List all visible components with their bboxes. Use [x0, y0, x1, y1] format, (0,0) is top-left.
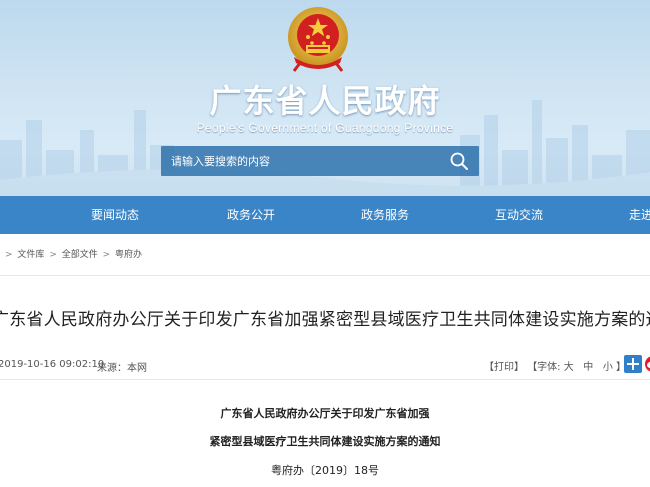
site-subtitle: People's Government of Guangdong Provinc…: [196, 121, 454, 135]
site-header: 广东省人民政府 People's Government of Guangdong…: [0, 0, 650, 196]
breadcrumb-item-yuefuban[interactable]: 粤府办: [115, 250, 142, 260]
font-size-small-button[interactable]: 小: [603, 362, 613, 373]
font-size-medium-button[interactable]: 中: [583, 362, 593, 373]
nav-item-gov-affairs-open[interactable]: 政务公开: [227, 196, 275, 234]
main-nav: 要闻动态 政务公开 政务服务 互动交流 走进: [0, 196, 650, 234]
article-meta: 2019-10-16 09:02:10 来源：本网 【打印】 【字体: 大 中 …: [0, 350, 650, 380]
national-emblem-icon: [288, 7, 348, 72]
nav-item-about[interactable]: 走进: [629, 196, 650, 234]
article-source: 来源：本网: [97, 363, 147, 374]
breadcrumb-separator: >: [102, 250, 111, 260]
nav-item-interaction[interactable]: 互动交流: [495, 196, 543, 234]
breadcrumb-separator: >: [5, 250, 13, 260]
breadcrumb: > 文件库 > 全部文件 > 粤府办: [0, 234, 650, 276]
document-title-line-1: 广东省人民政府办公厅关于印发广东省加强: [220, 407, 430, 420]
site-title: 广东省人民政府: [209, 82, 441, 120]
document-number: 粤府办〔2019〕18号: [271, 464, 379, 477]
share-plus-icon[interactable]: [624, 355, 642, 373]
publish-time: 2019-10-16 09:02:10: [0, 359, 105, 370]
font-size-label: 【字体:: [527, 362, 561, 373]
article-title: 广东省人民政府办公厅关于印发广东省加强紧密型县域医疗卫生共同体建设实施方案的通知: [0, 310, 650, 330]
breadcrumb-separator: >: [49, 250, 57, 260]
search-box: [161, 146, 479, 176]
share-weibo-icon[interactable]: [644, 355, 650, 373]
breadcrumb-item-all-files[interactable]: 全部文件: [62, 250, 98, 260]
search-input[interactable]: [161, 146, 441, 176]
search-icon[interactable]: [449, 151, 469, 171]
breadcrumb-item-file-library[interactable]: 文件库: [17, 250, 44, 260]
nav-item-gov-services[interactable]: 政务服务: [361, 196, 409, 234]
document-title-line-2: 紧密型县域医疗卫生共同体建设实施方案的通知: [209, 435, 441, 448]
nav-item-news[interactable]: 要闻动态: [91, 196, 139, 234]
article-tools: 【打印】 【字体: 大 中 小 】: [484, 358, 626, 373]
print-button[interactable]: 【打印】: [484, 362, 524, 373]
font-size-large-button[interactable]: 大: [564, 362, 574, 373]
